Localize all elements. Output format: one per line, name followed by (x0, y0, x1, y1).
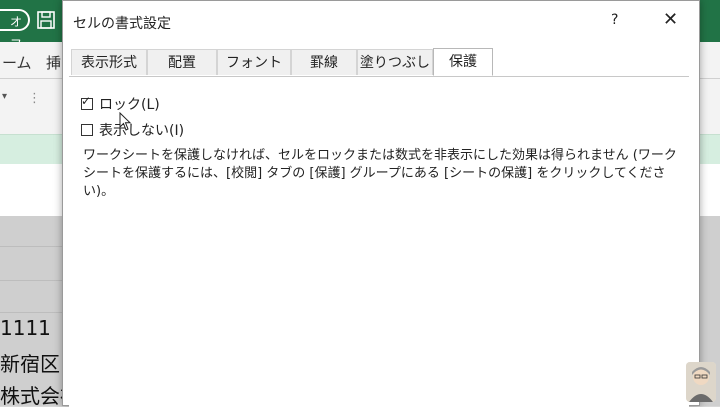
dropdown-arrow-icon[interactable]: ▾ (2, 91, 7, 102)
hidden-checkbox[interactable] (81, 124, 93, 136)
tab-font[interactable]: フォント (217, 49, 291, 75)
tab-number[interactable]: 表示形式 (71, 49, 147, 75)
protection-description: ワークシートを保護しなければ、セルをロックまたは数式を非表示にした効果は得られま… (83, 148, 677, 199)
close-button[interactable]: ✕ (663, 9, 678, 30)
save-icon[interactable] (36, 10, 56, 30)
presenter-avatar (686, 362, 716, 402)
cell-address[interactable]: 新宿区 (0, 348, 60, 377)
format-cells-dialog: セルの書式設定 ? ✕ 表示形式 配置 フォント 罫線 塗りつぶし 保護 ✓ ロ… (62, 0, 700, 407)
dialog-title: セルの書式設定 (73, 16, 171, 32)
mouse-cursor-icon (119, 112, 132, 131)
dialog-tab-bar: 表示形式 配置 フォント 罫線 塗りつぶし 保護 (69, 48, 689, 77)
grid-line (0, 246, 70, 247)
autosave-toggle[interactable]: オフ (0, 9, 30, 51)
lock-label[interactable]: ロック(L) (99, 94, 160, 114)
lock-checkbox[interactable]: ✓ (81, 94, 93, 110)
tab-border[interactable]: 罫線 (291, 49, 357, 75)
ribbon-tab-insert[interactable]: 挿 (46, 52, 61, 73)
ribbon-tab-home[interactable]: ーム (2, 52, 32, 73)
grid-line (0, 280, 70, 281)
hidden-label[interactable]: 表示しない(I) (99, 120, 184, 140)
lock-option[interactable]: ✓ ロック(L) (81, 94, 160, 114)
tab-protection[interactable]: 保護 (433, 48, 493, 76)
checkmark-icon: ✓ (81, 94, 92, 108)
protection-panel: ✓ ロック(L) 表示しない(I) ワークシートを保護しなければ、セルをロックま… (69, 77, 689, 407)
toolbar-grip-icon: ⋮ (28, 91, 41, 106)
tab-alignment[interactable]: 配置 (147, 49, 217, 75)
help-button[interactable]: ? (611, 12, 618, 28)
tab-fill[interactable]: 塗りつぶし (357, 49, 433, 75)
cell-postal[interactable]: 1111 (0, 316, 51, 340)
grid-line (0, 312, 70, 313)
